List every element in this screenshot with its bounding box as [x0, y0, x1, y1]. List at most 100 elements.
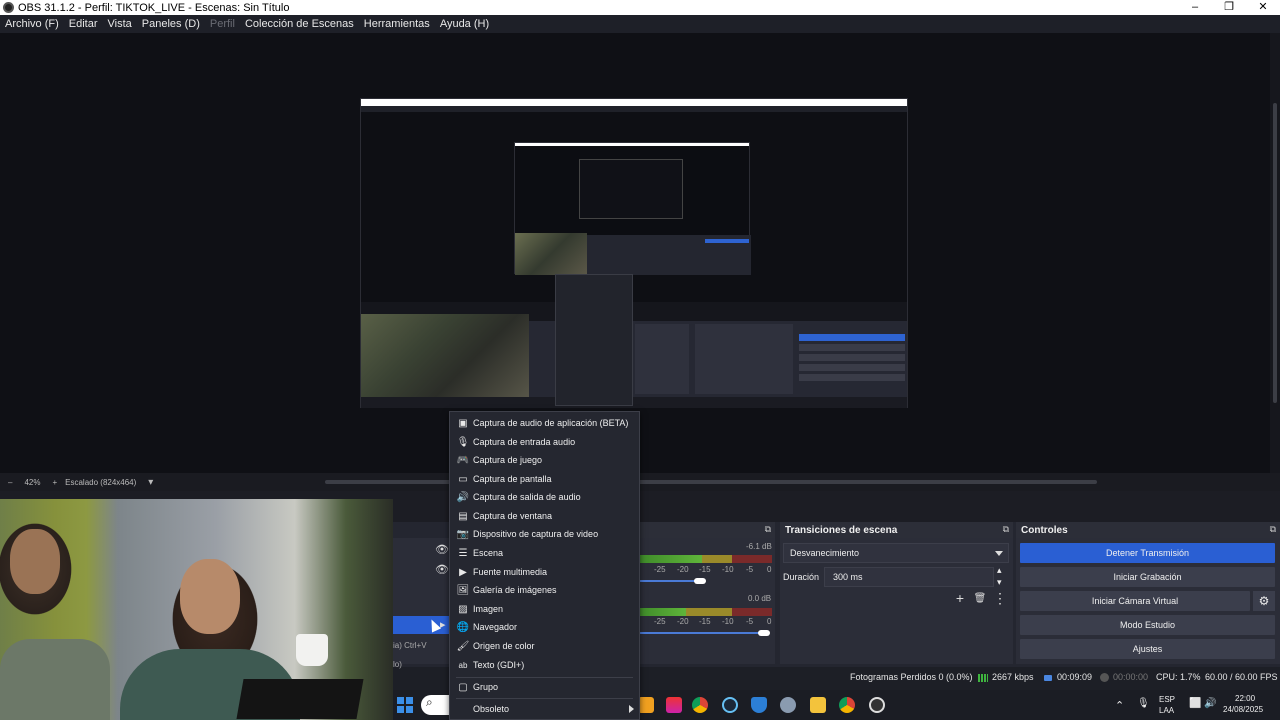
steam-icon[interactable]: [722, 697, 738, 713]
eye-icon[interactable]: 👁: [435, 563, 449, 576]
scroll-thumb[interactable]: [1273, 103, 1277, 403]
menu-editar[interactable]: Editar: [69, 18, 98, 30]
sources-add-item-selected[interactable]: ▸: [392, 616, 452, 634]
bitrate-status: 2667 kbps: [992, 672, 1034, 682]
preview-horizontal-scrollbar[interactable]: [325, 480, 1097, 484]
record-indicator-icon: [1100, 673, 1109, 682]
clock-date[interactable]: 24/08/2025: [1223, 705, 1263, 714]
mixer-tick: 0: [767, 617, 772, 626]
start-recording-button[interactable]: Iniciar Grabación: [1020, 567, 1275, 587]
settings-button[interactable]: Ajustes: [1020, 639, 1275, 659]
group-icon: ▢: [458, 681, 468, 693]
transitions-undock-icon[interactable]: ⧉: [1003, 524, 1009, 535]
menu-item-text-gdi[interactable]: ab Texto (GDI+): [450, 656, 639, 674]
mixer-channel-1-db: -6.1 dB: [746, 542, 772, 551]
mixer-channel-2-volume-handle[interactable]: [758, 630, 770, 636]
zoom-out-button[interactable]: –: [8, 478, 12, 487]
menu-item-app-audio-capture[interactable]: ▣ Captura de audio de aplicación (BETA): [450, 414, 639, 432]
start-virtual-camera-button[interactable]: Iniciar Cámara Virtual: [1020, 591, 1250, 611]
delete-transition-icon[interactable]: 🗑: [973, 591, 987, 605]
menu-herramientas[interactable]: Herramientas: [364, 18, 430, 30]
mixer-channel-2-volume-slider[interactable]: [640, 632, 764, 634]
app-icon[interactable]: [638, 697, 654, 713]
menu-coleccion-escenas[interactable]: Colección de Escenas: [245, 18, 354, 30]
menu-item-window-capture[interactable]: ▤ Captura de ventana: [450, 507, 639, 525]
transition-select[interactable]: Desvanecimiento: [783, 543, 1009, 563]
stop-stream-button[interactable]: Detener Transmisión: [1020, 543, 1275, 563]
defender-icon[interactable]: [751, 697, 767, 713]
chevron-down-icon: [995, 551, 1003, 556]
window-icon: ▤: [458, 510, 468, 522]
mixer-channel-2-meter: [640, 608, 772, 616]
file-explorer-icon[interactable]: [810, 697, 826, 713]
menu-item-display-capture[interactable]: ▭ Captura de pantalla: [450, 470, 639, 488]
preview-vertical-scrollbar[interactable]: [1270, 33, 1280, 473]
windows-start-icon[interactable]: [397, 697, 413, 713]
taskbar-search[interactable]: ⌕: [421, 695, 451, 715]
preview-area[interactable]: [0, 33, 1270, 473]
obs-taskbar-icon[interactable]: [869, 697, 885, 713]
mixer-channel-1-volume-handle[interactable]: [694, 578, 706, 584]
minimize-button[interactable]: –: [1178, 0, 1212, 15]
play-icon: ▶: [459, 566, 467, 578]
menu-item-audio-input-capture[interactable]: 🎙 Captura de entrada audio: [450, 433, 639, 451]
close-button[interactable]: ✕: [1246, 0, 1280, 15]
menu-item-browser[interactable]: 🌐 Navegador: [450, 618, 639, 636]
menu-item-group[interactable]: ▢ Grupo: [450, 678, 639, 696]
studio-mode-button[interactable]: Modo Estudio: [1020, 615, 1275, 635]
menu-item-audio-output-capture[interactable]: 🔊 Captura de salida de audio: [450, 488, 639, 506]
menu-item-color-source[interactable]: 🖌 Origen de color: [450, 637, 639, 655]
capture-button: [799, 354, 905, 361]
menu-bar: Archivo (F) Editar Vista Paneles (D) Per…: [0, 15, 1280, 33]
app-icon[interactable]: [666, 697, 682, 713]
menu-item-image-slideshow[interactable]: 🖼 Galería de imágenes: [450, 581, 639, 599]
capture-panel: [695, 324, 793, 394]
submenu-arrow-icon: [629, 705, 634, 713]
menu-item-image[interactable]: ▨ Imagen: [450, 600, 639, 618]
menu-item-media-source[interactable]: ▶ Fuente multimedia: [450, 563, 639, 581]
add-source-context-menu: ▣ Captura de audio de aplicación (BETA) 🎙…: [449, 411, 640, 720]
tray-overflow-icon[interactable]: ⌃: [1115, 699, 1124, 712]
scale-dropdown-icon[interactable]: ▾: [148, 477, 153, 488]
mixer-panel: -6.1 dB -25 -20 -15 -10 -5 0 0.0 dB -25 …: [640, 538, 775, 664]
duration-down-icon[interactable]: ▾: [997, 577, 1002, 588]
settings-gear-icon[interactable]: [780, 697, 796, 713]
gallery-icon: 🖼: [456, 584, 470, 596]
nested-capture: [514, 142, 751, 275]
menu-vista[interactable]: Vista: [108, 18, 132, 30]
person-1: [10, 529, 60, 594]
chrome-icon[interactable]: [692, 697, 708, 713]
capture-panel: [635, 324, 689, 394]
virtual-camera-settings-button[interactable]: ⚙: [1253, 591, 1275, 611]
menu-item-video-capture-device[interactable]: 📷 Dispositivo de captura de video: [450, 525, 639, 543]
scale-mode-label[interactable]: Escalado (824x464): [65, 478, 136, 487]
menu-perfil: Perfil: [209, 18, 235, 30]
sources-shortcut-text: ia) Ctrl+V: [393, 641, 427, 650]
menu-ayuda[interactable]: Ayuda (H): [440, 18, 489, 30]
mixer-tick: -20: [677, 565, 689, 574]
app-audio-icon: ▣: [458, 417, 468, 429]
chrome-alt-icon[interactable]: [839, 697, 855, 713]
mixer-channel-1-volume-slider[interactable]: [640, 580, 698, 582]
mixer-undock-icon[interactable]: ⧉: [765, 524, 771, 535]
mixer-tick: 0: [767, 565, 772, 574]
maximize-button[interactable]: ❐: [1212, 0, 1246, 15]
duration-spinbox[interactable]: 300 ms: [824, 567, 994, 587]
menu-item-game-capture[interactable]: 🎮 Captura de juego: [450, 451, 639, 469]
menu-item-scene[interactable]: ☰ Escena: [450, 544, 639, 562]
menu-archivo[interactable]: Archivo (F): [5, 18, 59, 30]
duration-up-icon[interactable]: ▴: [997, 565, 1002, 576]
clock-time[interactable]: 22:00: [1235, 694, 1255, 703]
more-options-icon[interactable]: ⋮: [993, 590, 1007, 606]
eye-icon[interactable]: 👁: [435, 543, 449, 556]
volume-icon[interactable]: 🔊: [1204, 698, 1216, 709]
language-indicator-top[interactable]: ESP: [1159, 695, 1175, 704]
zoom-level: 42%: [24, 477, 41, 487]
controls-undock-icon[interactable]: ⧉: [1270, 524, 1276, 535]
add-transition-icon[interactable]: +: [953, 590, 967, 606]
menu-item-deprecated[interactable]: Obsoleto: [450, 700, 639, 718]
microphone-tray-icon[interactable]: 🎙: [1137, 698, 1150, 709]
zoom-in-button[interactable]: +: [52, 478, 57, 487]
network-icon[interactable]: ⬜: [1189, 698, 1201, 709]
menu-paneles[interactable]: Paneles (D): [142, 18, 200, 30]
